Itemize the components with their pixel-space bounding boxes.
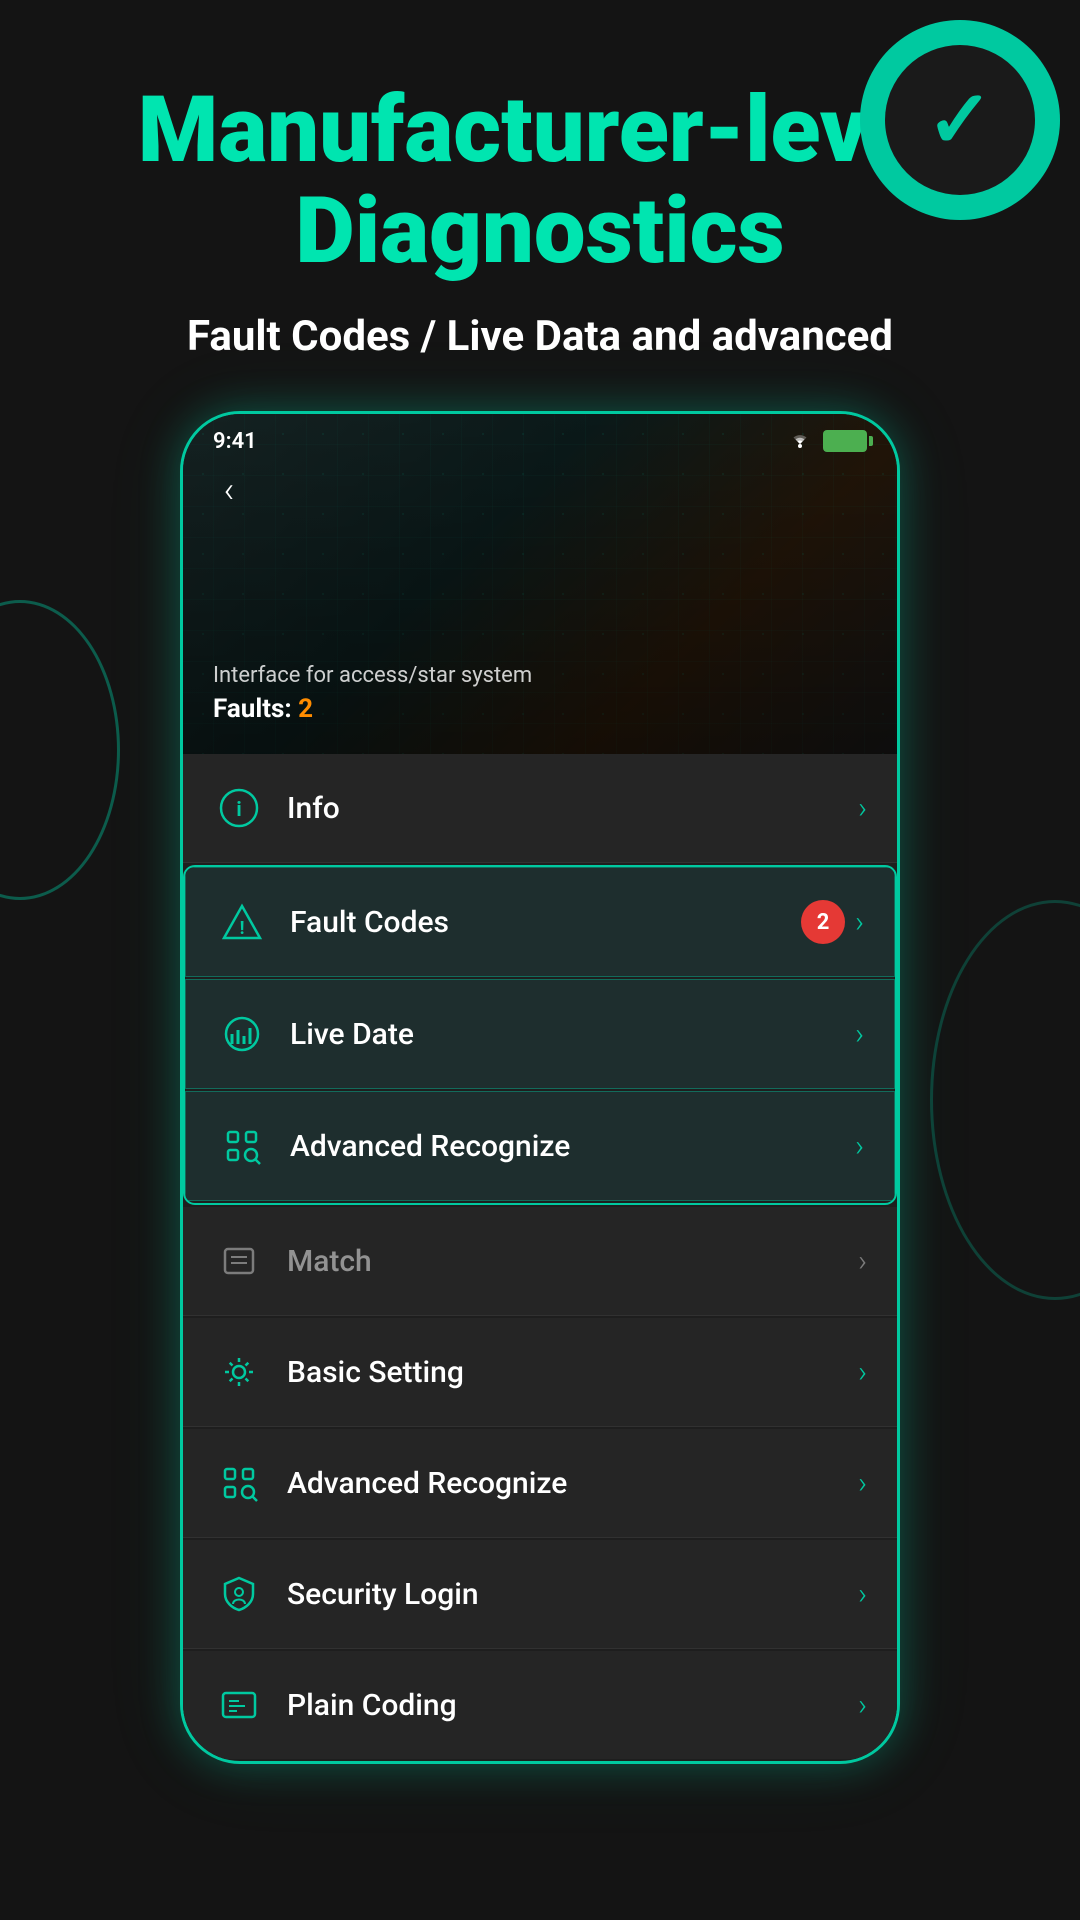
faults-label: Faults:: [213, 694, 298, 724]
back-button[interactable]: ‹: [203, 464, 255, 516]
logo-inner: ✓: [885, 45, 1035, 195]
basic-setting-right: ›: [858, 1355, 867, 1390]
status-icons: [787, 428, 867, 454]
scan-icon-2: [213, 1457, 265, 1509]
fault-codes-chevron: ›: [855, 905, 864, 940]
menu-item-live-date[interactable]: Live Date ›: [185, 979, 895, 1089]
info-right: ›: [858, 791, 867, 826]
settings-icon: [213, 1346, 265, 1398]
sub-title: Fault Codes / Live Data and advanced: [60, 312, 1020, 361]
basic-setting-chevron: ›: [858, 1355, 867, 1390]
status-bar: 9:41: [183, 414, 897, 462]
logo-circle: ✓: [860, 20, 1060, 220]
info-icon: i: [213, 782, 265, 834]
menu-item-info[interactable]: i Info ›: [183, 754, 897, 863]
match-icon: [213, 1235, 265, 1287]
menu-item-advanced-recognize[interactable]: Advanced Recognize ›: [185, 1091, 895, 1201]
menu-item-security-login[interactable]: Security Login ›: [183, 1540, 897, 1649]
advanced-recognize-2-label: Advanced Recognize: [287, 1466, 858, 1501]
hero-faults: Faults: 2: [213, 694, 532, 724]
shield-icon: [213, 1568, 265, 1620]
fault-codes-badge: 2: [801, 900, 845, 944]
match-right: ›: [858, 1244, 867, 1279]
menu-item-plain-coding[interactable]: Plain Coding ›: [183, 1651, 897, 1759]
fault-codes-label: Fault Codes: [290, 905, 801, 940]
menu-item-fault-codes[interactable]: ! Fault Codes 2 ›: [185, 867, 895, 977]
live-date-chevron: ›: [855, 1017, 864, 1052]
logo-check-icon: ✓: [926, 80, 993, 160]
svg-text:i: i: [236, 797, 241, 821]
match-label: Match: [287, 1244, 858, 1279]
plain-coding-right: ›: [858, 1688, 867, 1723]
basic-setting-label: Basic Setting: [287, 1355, 858, 1390]
scan-icon: [216, 1120, 268, 1172]
chart-icon: [216, 1008, 268, 1060]
advanced-recognize-label: Advanced Recognize: [290, 1129, 855, 1164]
security-login-right: ›: [858, 1577, 867, 1612]
menu-list: i Info › !: [183, 754, 897, 1759]
bg-arc-right: [930, 900, 1080, 1300]
match-chevron: ›: [858, 1244, 867, 1279]
svg-text:!: !: [240, 918, 245, 939]
bg-arc-left: [0, 600, 120, 900]
plain-coding-label: Plain Coding: [287, 1688, 858, 1723]
status-time: 9:41: [213, 429, 257, 454]
faults-count: 2: [298, 694, 313, 724]
security-login-label: Security Login: [287, 1577, 858, 1612]
battery-icon: [823, 430, 867, 452]
live-date-label: Live Date: [290, 1017, 855, 1052]
wifi-icon: [787, 428, 813, 454]
advanced-recognize-chevron: ›: [855, 1129, 864, 1164]
phone-inner: 9:41: [183, 414, 897, 1759]
phone-frame: 9:41: [180, 411, 900, 1764]
menu-item-basic-setting[interactable]: Basic Setting ›: [183, 1318, 897, 1427]
hero-subtitle: Interface for access/star system: [213, 663, 532, 688]
back-chevron-icon: ‹: [224, 469, 235, 511]
highlighted-group: ! Fault Codes 2 ›: [183, 865, 897, 1205]
info-label: Info: [287, 791, 858, 826]
plain-coding-chevron: ›: [858, 1688, 867, 1723]
advanced-recognize-right: ›: [855, 1129, 864, 1164]
advanced-recognize-2-right: ›: [858, 1466, 867, 1501]
phone-container: 9:41: [180, 411, 900, 1764]
hero-text: Interface for access/star system Faults:…: [213, 663, 532, 724]
info-chevron: ›: [858, 791, 867, 826]
live-date-right: ›: [855, 1017, 864, 1052]
fault-codes-right: 2 ›: [801, 900, 864, 944]
security-login-chevron: ›: [858, 1577, 867, 1612]
menu-item-match[interactable]: Match ›: [183, 1207, 897, 1316]
alert-icon: !: [216, 896, 268, 948]
advanced-recognize-2-chevron: ›: [858, 1466, 867, 1501]
menu-item-advanced-recognize-2[interactable]: Advanced Recognize ›: [183, 1429, 897, 1538]
hero-image: 9:41: [183, 414, 897, 754]
code-icon: [213, 1679, 265, 1731]
